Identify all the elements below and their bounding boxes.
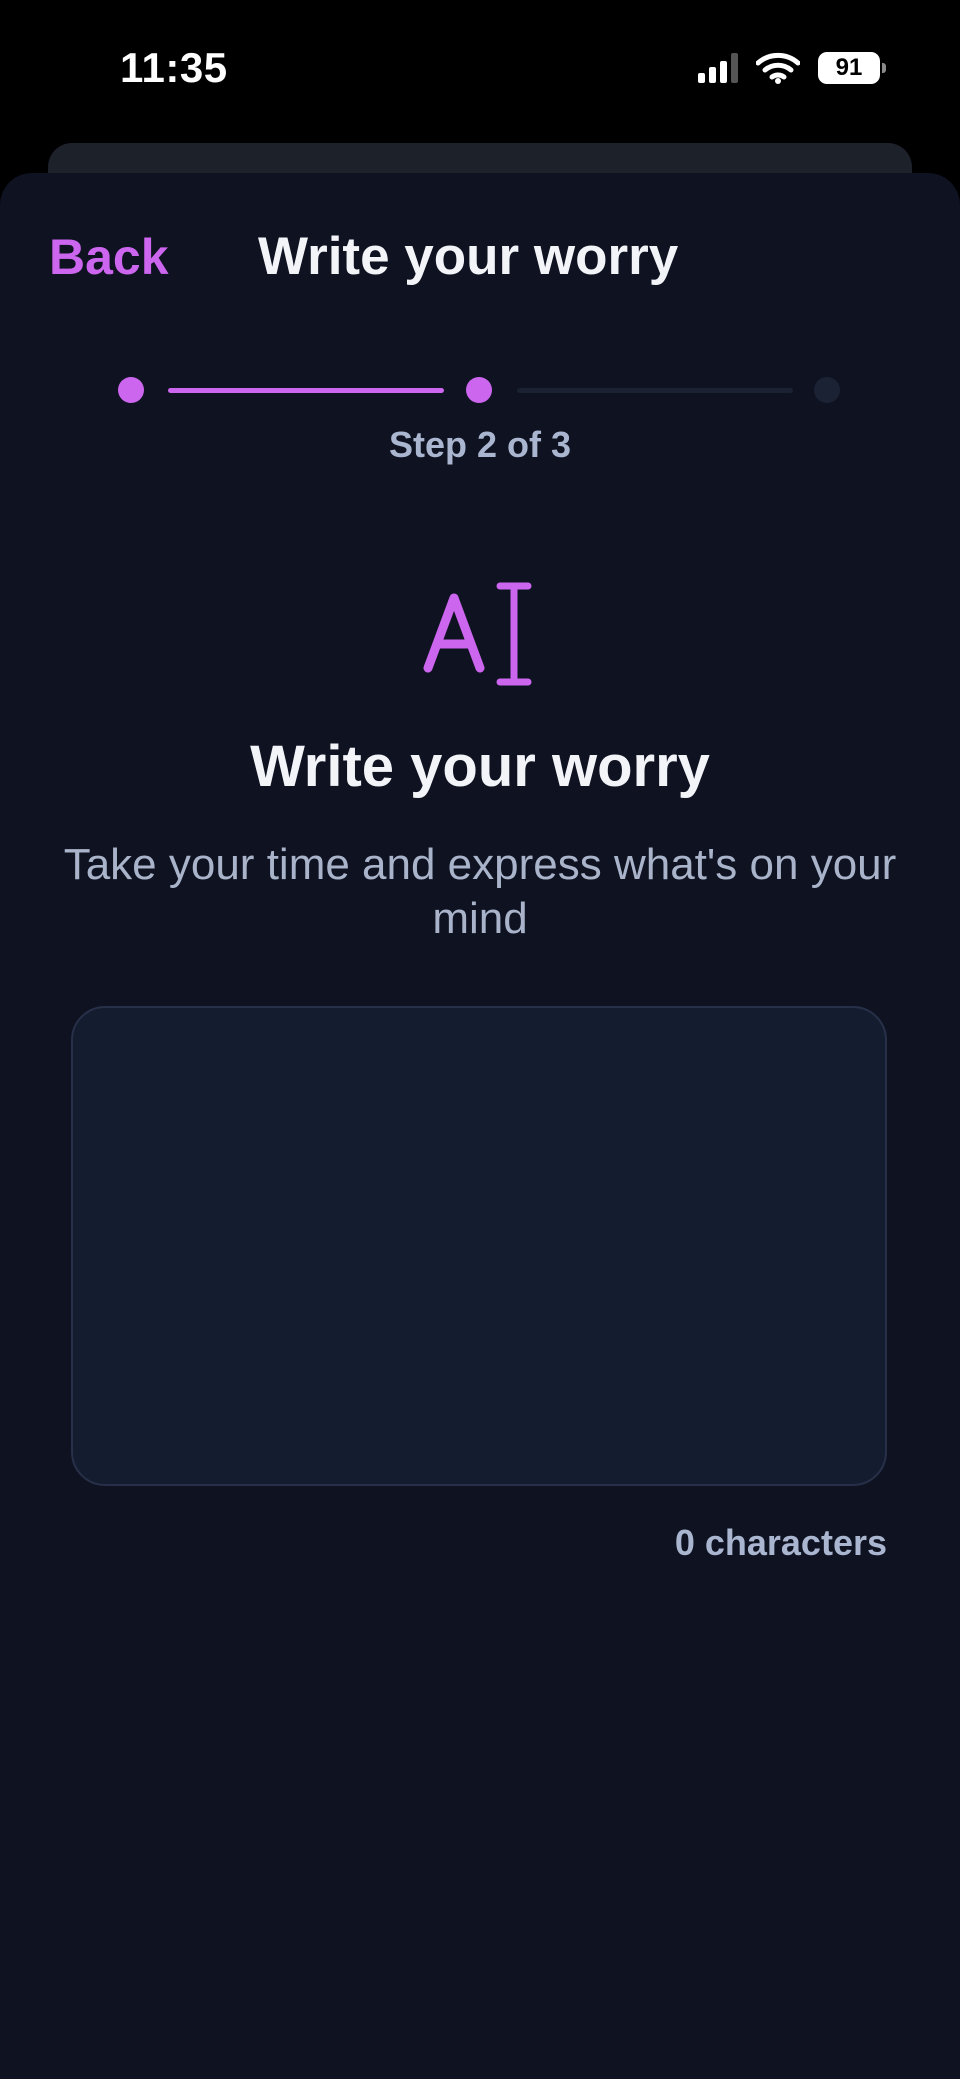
text-cursor-icon <box>423 582 532 686</box>
step-connector-1 <box>168 388 444 393</box>
step-dot-2 <box>466 377 492 403</box>
status-icons: 91 <box>698 52 886 84</box>
step-connector-2 <box>517 388 793 393</box>
section-heading: Write your worry <box>250 734 710 799</box>
section-subtitle: Take your time and express what's on you… <box>63 840 897 943</box>
worry-text-input[interactable] <box>71 1006 887 1486</box>
step-dot-1 <box>118 377 144 403</box>
battery-icon: 91 <box>818 52 886 84</box>
battery-level: 91 <box>835 54 863 81</box>
status-bar: 11:35 91 <box>0 0 960 140</box>
wifi-icon <box>756 52 800 84</box>
step-progress <box>0 376 960 404</box>
page-title: Write your worry <box>258 227 679 286</box>
back-button[interactable]: Back <box>49 228 169 286</box>
status-time: 11:35 <box>120 44 228 91</box>
step-dot-3 <box>814 377 840 403</box>
character-count: 0 characters <box>674 1522 887 1563</box>
cellular-signal-icon <box>698 53 738 83</box>
step-label: Step 2 of 3 <box>388 424 572 465</box>
